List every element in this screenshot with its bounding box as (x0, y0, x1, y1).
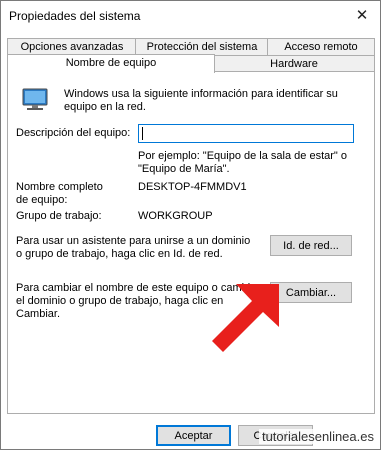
computer-name-panel: Windows usa la siguiente información par… (7, 71, 375, 414)
tab-nombre-de-equipo[interactable]: Nombre de equipo (7, 54, 215, 73)
title-bar: Propiedades del sistema ✕ (1, 1, 380, 31)
example-text: Por ejemplo: "Equipo de la sala de estar… (138, 150, 347, 175)
workgroup-value: WORKGROUP (138, 210, 213, 222)
computer-icon (20, 88, 50, 115)
tab-acceso-remoto[interactable]: Acceso remoto (267, 38, 375, 56)
full-name-value: DESKTOP-4FMMDV1 (138, 181, 247, 193)
watermark-text: tutorialesenlinea.es (258, 429, 377, 444)
workgroup-label: Grupo de trabajo: (16, 210, 102, 222)
network-id-text: Para usar un asistente para unirse a un … (16, 235, 251, 260)
description-label: Descripción del equipo: (16, 127, 131, 139)
full-name-label: Nombre completo de equipo: (16, 181, 103, 206)
text-caret (142, 127, 143, 140)
intro-text: Windows usa la siguiente información par… (64, 88, 338, 113)
close-icon[interactable]: ✕ (350, 4, 374, 28)
network-id-button[interactable]: Id. de red... (270, 235, 352, 256)
window-title: Propiedades del sistema (9, 9, 141, 23)
system-properties-window: Propiedades del sistema ✕ Opciones avanz… (0, 0, 381, 450)
description-input[interactable] (138, 124, 354, 143)
accept-button[interactable]: Aceptar (156, 425, 231, 446)
red-arrow-icon (212, 284, 279, 352)
